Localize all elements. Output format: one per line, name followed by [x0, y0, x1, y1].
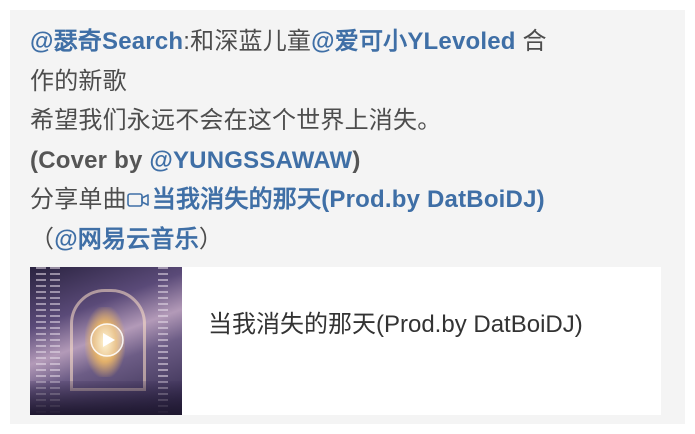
cover-decoration — [30, 381, 182, 415]
post-text: (Cover by — [30, 146, 150, 174]
post-text: 分享单曲 — [30, 186, 127, 213]
post-line: 分享单曲 当我消失的那天(Prod.by DatBoiDJ) — [30, 180, 665, 220]
post-line: （@网易云音乐） — [30, 220, 665, 260]
post-text: （ — [30, 225, 55, 253]
post-line: 希望我们永远不会在这个世界上消失。 — [30, 107, 442, 134]
song-link[interactable]: 当我消失的那天(Prod.by DatBoiDJ) — [127, 186, 545, 213]
video-icon — [127, 193, 149, 207]
post-line: (Cover by @YUNGSSAWAW) — [30, 141, 665, 181]
play-icon[interactable] — [90, 323, 124, 357]
song-title[interactable]: 当我消失的那天(Prod.by DatBoiDJ) — [208, 307, 638, 343]
music-share-card[interactable]: 当我消失的那天(Prod.by DatBoiDJ) — [30, 267, 661, 415]
post-line: @瑟奇Search:和深蓝儿童@爱可小YLevoled 合 — [30, 22, 665, 62]
post-text: ) — [352, 146, 361, 174]
song-link-text[interactable]: 当我消失的那天(Prod.by DatBoiDJ) — [152, 186, 545, 213]
post-body: @瑟奇Search:和深蓝儿童@爱可小YLevoled 合 作的新歌 希望我们永… — [30, 22, 665, 259]
post-text: 合 — [515, 28, 547, 55]
post-text: :和深蓝儿童 — [183, 28, 312, 55]
post-text: ） — [198, 225, 224, 253]
mention-link[interactable]: @网易云音乐 — [54, 226, 199, 253]
mention-link[interactable]: @YUNGSSAWAW — [149, 147, 352, 174]
post-line: 作的新歌 — [30, 67, 127, 95]
mention-link[interactable]: @瑟奇Search — [30, 28, 183, 55]
album-cover[interactable] — [30, 267, 182, 415]
mention-link[interactable]: @爱可小YLevoled — [311, 28, 516, 55]
weibo-post-card: @瑟奇Search:和深蓝儿童@爱可小YLevoled 合 作的新歌 希望我们永… — [10, 10, 685, 424]
